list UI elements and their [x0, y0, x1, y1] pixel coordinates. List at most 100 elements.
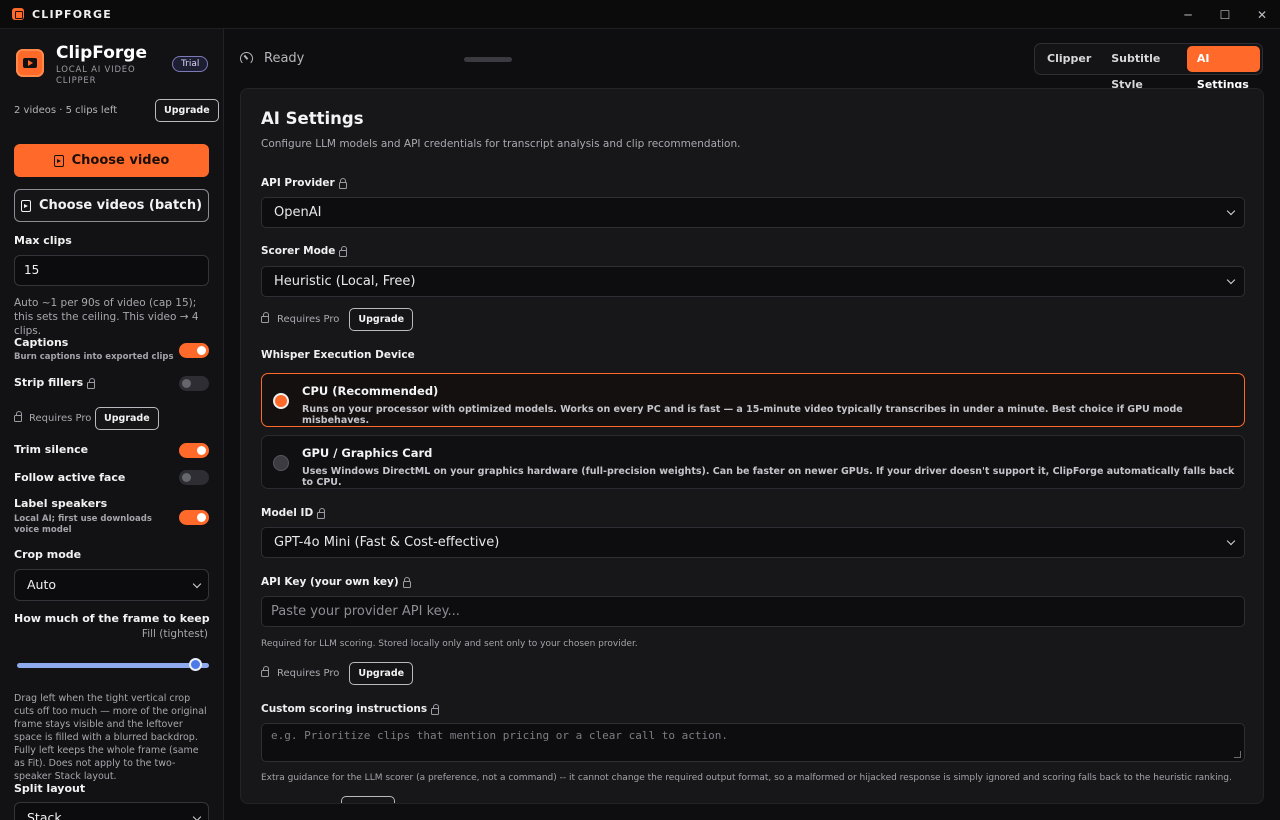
label-speakers-label: Label speakers: [14, 497, 108, 510]
lock-icon: [87, 377, 96, 389]
scorer-mode-value: Heuristic (Local, Free): [274, 274, 416, 289]
frame-keep-slider-thumb[interactable]: [189, 658, 202, 671]
device-option-cpu[interactable]: CPU (Recommended) Runs on your processor…: [261, 373, 1245, 427]
device-title: GPU / Graphics Card: [302, 446, 433, 460]
maximize-button[interactable]: ☐: [1207, 0, 1243, 29]
trim-silence-toggle[interactable]: [179, 443, 209, 458]
close-button[interactable]: ✕: [1244, 0, 1280, 29]
crop-mode-label: Crop mode: [14, 548, 82, 561]
frame-keep-help: Drag left when the tight vertical crop c…: [14, 693, 207, 782]
label-speakers-toggle[interactable]: [179, 510, 209, 525]
brand-subtitle: LOCAL AI VIDEO CLIPPER: [56, 65, 136, 86]
window-title: CLIPFORGE: [32, 7, 112, 21]
custom-instructions-textarea[interactable]: e.g. Prioritize clips that mention prici…: [261, 723, 1245, 762]
status-indicator: Ready: [240, 51, 304, 66]
follow-face-label: Follow active face: [14, 471, 126, 484]
radio-button[interactable]: [273, 393, 289, 409]
requires-pro-text: Requires Pro: [29, 413, 92, 424]
tab-clipper[interactable]: Clipper: [1037, 46, 1101, 72]
ai-settings-panel: AI Settings Configure LLM models and API…: [240, 88, 1264, 804]
crop-mode-select[interactable]: Auto: [14, 569, 209, 601]
model-id-label-row: Model ID: [261, 507, 326, 519]
api-provider-select[interactable]: OpenAI: [261, 197, 1245, 228]
custom-instructions-label: Custom scoring instructions: [261, 703, 428, 715]
lock-icon: [338, 177, 347, 189]
plan-badge: Trial: [172, 56, 209, 72]
custom-instructions-placeholder: e.g. Prioritize clips that mention prici…: [271, 729, 728, 742]
lock-icon: [431, 703, 440, 715]
choose-video-label: Choose video: [71, 153, 170, 168]
max-clips-input[interactable]: 15: [14, 255, 209, 286]
api-key-upgrade-button[interactable]: Upgrade: [349, 662, 414, 685]
captions-toggle[interactable]: [179, 343, 209, 358]
device-option-gpu[interactable]: GPU / Graphics Card Uses Windows DirectM…: [261, 435, 1245, 489]
lock-icon: [14, 411, 22, 422]
video-file-icon: [53, 154, 64, 167]
frame-keep-slider-track[interactable]: [17, 663, 209, 668]
api-key-requires-pro: Requires Pro Upgrade: [261, 662, 414, 685]
captions-label: Captions: [14, 336, 69, 349]
device-title: CPU (Recommended): [302, 384, 439, 398]
upgrade-button[interactable]: Upgrade: [155, 99, 219, 122]
crop-mode-value: Auto: [27, 577, 57, 592]
tab-ai-settings[interactable]: AI Settings: [1186, 46, 1260, 91]
model-id-label: Model ID: [261, 507, 314, 519]
chevron-down-icon: [192, 579, 202, 589]
choose-video-button[interactable]: Choose video: [14, 144, 209, 177]
chevron-down-icon: [1226, 536, 1236, 546]
resize-grip-icon[interactable]: [1234, 751, 1241, 758]
captions-sublabel: Burn captions into exported clips: [14, 352, 174, 362]
device-description: Runs on your processor with optimized mo…: [302, 404, 1183, 426]
chevron-down-icon: [1226, 275, 1236, 285]
choose-batch-label: Choose videos (batch): [38, 198, 203, 213]
video-file-icon: [20, 199, 31, 212]
api-provider-label: API Provider: [261, 177, 335, 189]
api-key-input[interactable]: Paste your provider API key...: [261, 596, 1245, 627]
lock-icon: [402, 576, 411, 588]
custom-instructions-help: Extra guidance for the LLM scorer (a pre…: [261, 773, 1232, 783]
strip-fillers-toggle[interactable]: [179, 376, 209, 391]
radio-button[interactable]: [273, 455, 289, 471]
split-layout-select[interactable]: Stack: [14, 802, 209, 820]
custom-instructions-label-row: Custom scoring instructions: [261, 703, 440, 715]
brand-name: ClipForge: [56, 43, 147, 63]
lock-icon: [317, 507, 326, 519]
tab-subtitle-style[interactable]: Subtitle Style: [1101, 46, 1187, 91]
choose-batch-button[interactable]: Choose videos (batch): [14, 189, 209, 222]
split-layout-label: Split layout: [14, 782, 86, 795]
tab-bar: Clipper Subtitle Style AI Settings: [1034, 43, 1263, 91]
strip-fillers-label: Strip fillers: [14, 376, 84, 389]
strip-fillers-requires-pro: Requires Pro: [14, 411, 92, 424]
lock-icon: [261, 666, 269, 677]
strip-fillers-upgrade-button[interactable]: Upgrade: [95, 407, 159, 430]
scorer-requires-pro: Requires Pro Upgrade: [261, 308, 414, 331]
api-key-label-row: API Key (your own key): [261, 576, 411, 588]
custom-upgrade-button[interactable]: [341, 796, 395, 803]
window-controls: ─ ☐ ✕: [1169, 0, 1280, 29]
label-speakers-sublabel: Local AI; first use downloads voice mode…: [14, 514, 152, 535]
requires-pro-text: Requires Pro: [277, 668, 340, 679]
requires-pro-text: Requires Pro: [277, 314, 340, 325]
minimize-button[interactable]: ─: [1170, 0, 1206, 29]
scorer-upgrade-button[interactable]: Upgrade: [349, 308, 414, 331]
scorer-mode-select[interactable]: Heuristic (Local, Free): [261, 266, 1245, 297]
model-id-select[interactable]: GPT-4o Mini (Fast & Cost-effective): [261, 527, 1245, 558]
strip-fillers-row: Strip fillers: [14, 376, 96, 389]
title-bar: CLIPFORGE ─ ☐ ✕: [0, 0, 1280, 29]
app-logo-icon: [12, 8, 24, 20]
drag-handle[interactable]: [464, 57, 512, 62]
clipforge-logo-icon: [16, 49, 44, 77]
follow-face-toggle[interactable]: [179, 470, 209, 485]
lock-icon: [339, 245, 348, 257]
sidebar: ClipForge LOCAL AI VIDEO CLIPPER Trial 2…: [0, 29, 224, 820]
api-key-label: API Key (your own key): [261, 576, 399, 588]
chevron-down-icon: [1226, 206, 1236, 216]
brand: [16, 49, 46, 79]
max-clips-help: Auto ~1 per 90s of video (cap 15); this …: [14, 297, 199, 337]
api-provider-label-row: API Provider: [261, 177, 347, 189]
trim-silence-label: Trim silence: [14, 443, 89, 456]
model-id-value: GPT-4o Mini (Fast & Cost-effective): [274, 535, 500, 550]
device-description: Uses Windows DirectML on your graphics h…: [302, 466, 1235, 488]
split-layout-value: Stack: [27, 810, 62, 820]
page-title: AI Settings: [261, 109, 364, 128]
